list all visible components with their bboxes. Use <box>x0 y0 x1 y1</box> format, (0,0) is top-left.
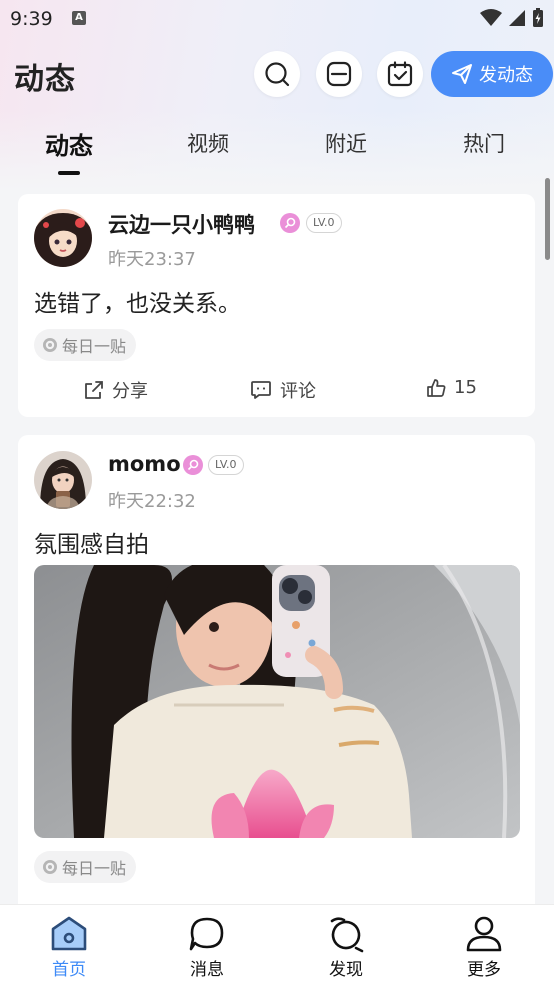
comment-icon <box>251 381 271 399</box>
status-bar: 9:39 A <box>0 0 554 40</box>
share-icon <box>85 381 103 399</box>
tab-indicator <box>58 171 80 175</box>
username[interactable]: 云边一只小鸭鸭 <box>108 209 255 239</box>
scan-button[interactable] <box>316 51 362 97</box>
discover-icon <box>330 917 364 953</box>
tab-nearby[interactable]: 附近 <box>325 128 367 158</box>
scan-icon <box>326 61 352 87</box>
nav-home[interactable]: 首页 <box>24 915 114 980</box>
nav-more[interactable]: 更多 <box>439 915 529 980</box>
topic-tag-label: 每日一贴 <box>62 337 127 356</box>
post-text: 氛围感自拍 <box>34 532 149 558</box>
message-icon <box>189 917 224 951</box>
nav-discover-label: 发现 <box>329 960 363 980</box>
scrollbar[interactable] <box>545 178 550 260</box>
send-icon <box>452 64 472 84</box>
post-time: 昨天23:37 <box>108 249 196 270</box>
nav-messages-label: 消息 <box>190 960 224 980</box>
topic-tag[interactable]: 每日一贴 <box>34 329 137 361</box>
status-time: 9:39 <box>10 8 53 30</box>
search-icon <box>265 62 290 87</box>
share-label: 分享 <box>112 381 148 402</box>
search-button[interactable] <box>254 51 300 97</box>
tab-video[interactable]: 视频 <box>187 128 229 158</box>
avatar[interactable] <box>34 209 92 267</box>
share-button[interactable]: 分享 <box>84 377 148 403</box>
tab-dynamic[interactable]: 动态 <box>45 126 93 161</box>
signal-icon <box>509 10 525 26</box>
feed-tabs: 动态 视频 附近 热门 <box>0 124 554 180</box>
checkin-button[interactable] <box>377 51 423 97</box>
post-button-label: 发动态 <box>479 65 533 86</box>
notification-icon: A <box>72 11 86 25</box>
vip-badge-icon <box>183 455 203 475</box>
comment-button[interactable]: 评论 <box>250 377 316 403</box>
calendar-check-icon <box>387 61 413 87</box>
username[interactable]: momo <box>108 452 181 476</box>
page-title: 动态 <box>14 62 76 97</box>
post-photo[interactable] <box>34 565 520 838</box>
nav-messages[interactable]: 消息 <box>162 915 252 980</box>
vip-badge-icon <box>280 213 300 233</box>
like-count: 15 <box>454 377 477 398</box>
tab-hot[interactable]: 热门 <box>463 128 505 158</box>
comment-label: 评论 <box>280 381 316 402</box>
level-badge: LV.0 <box>208 455 244 475</box>
profile-icon <box>466 916 502 952</box>
bottom-navigation: 首页 消息 发现 更多 <box>0 904 554 984</box>
like-button[interactable]: 15 <box>426 377 477 398</box>
app-header: 动态 发动态 <box>0 44 554 104</box>
avatar[interactable] <box>34 451 92 509</box>
topic-tag-label: 每日一贴 <box>62 859 127 878</box>
system-icons <box>480 8 544 28</box>
nav-discover[interactable]: 发现 <box>301 915 391 980</box>
post-button[interactable]: 发动态 <box>431 51 553 97</box>
nav-home-label: 首页 <box>52 960 86 980</box>
target-icon <box>43 860 57 874</box>
nav-more-label: 更多 <box>467 960 501 980</box>
thumbs-up-icon <box>427 378 446 397</box>
post-time: 昨天22:32 <box>108 491 196 512</box>
post-text: 选错了，也没关系。 <box>34 291 241 317</box>
wifi-icon <box>480 9 502 26</box>
battery-icon <box>533 8 543 27</box>
home-icon <box>51 916 87 951</box>
post-card[interactable]: momo LV.0 昨天22:32 氛围感自拍 每日一贴 <box>18 435 535 915</box>
level-badge: LV.0 <box>306 213 342 233</box>
target-icon <box>43 338 57 352</box>
topic-tag[interactable]: 每日一贴 <box>34 851 137 883</box>
post-card[interactable]: 云边一只小鸭鸭 LV.0 昨天23:37 选错了，也没关系。 每日一贴 分享 评… <box>18 194 535 417</box>
